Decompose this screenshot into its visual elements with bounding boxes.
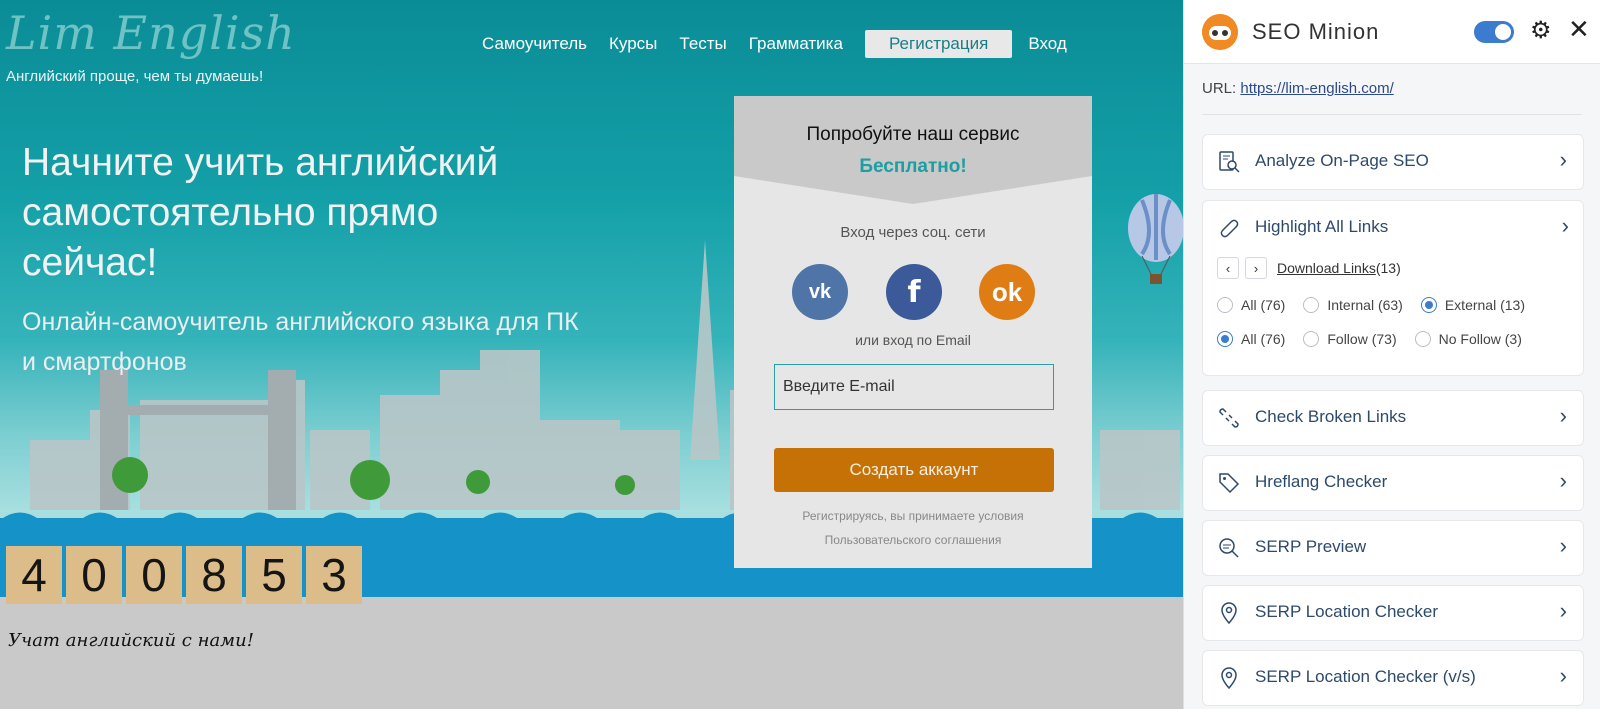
chevron-right-icon: › — [1559, 663, 1567, 688]
chevron-right-icon: › — [1559, 533, 1567, 558]
next-link-button[interactable]: › — [1245, 257, 1267, 279]
nofollow-radio[interactable]: No Follow (3) — [1414, 331, 1522, 347]
odnoklassniki-login-button[interactable]: ok — [979, 264, 1035, 320]
download-links[interactable]: Download Links(13) — [1277, 260, 1401, 276]
email-login-label: или вход по Email — [855, 332, 971, 348]
links-controls: ‹ › Download Links(13) — [1217, 257, 1401, 279]
social-login-label: Вход через соц. сети — [840, 224, 986, 241]
seo-minion-panel: SEO Minion ⚙ ✕ URL: https://lim-english.… — [1183, 0, 1600, 709]
main-nav: Самоучитель Курсы Тесты Грамматика Регис… — [482, 30, 1089, 58]
highlight-links-row[interactable]: Highlight All Links › — [1203, 201, 1585, 255]
filter-all-radio[interactable]: All (76) — [1217, 297, 1285, 313]
serp-preview-label: SERP Preview — [1255, 537, 1367, 556]
document-search-icon — [1219, 151, 1240, 173]
serp-location-vs-label: SERP Location Checker (v/s) — [1255, 667, 1476, 686]
ground-band — [0, 597, 1183, 709]
counter-digit: 4 — [6, 546, 62, 604]
form-header-arrow — [734, 176, 1092, 216]
gear-icon[interactable]: ⚙ — [1530, 16, 1552, 45]
nav-item-self-tutor[interactable]: Самоучитель — [482, 34, 587, 54]
close-icon[interactable]: ✕ — [1568, 14, 1590, 45]
nav-item-courses[interactable]: Курсы — [609, 34, 657, 54]
nav-item-tests[interactable]: Тесты — [679, 34, 726, 54]
location-pin-icon — [1221, 667, 1237, 690]
hero-title: Начните учить английский самостоятельно … — [22, 141, 499, 284]
vk-login-button[interactable]: vk — [792, 264, 848, 320]
radio-circle-selected[interactable] — [1420, 297, 1437, 313]
counter-digit: 0 — [126, 546, 182, 604]
url-label: URL: — [1202, 80, 1237, 97]
hreflang-label: Hreflang Checker — [1255, 472, 1388, 491]
chevron-right-icon: › — [1559, 403, 1567, 428]
check-broken-links-card[interactable]: Check Broken Links › — [1202, 390, 1584, 446]
radio-circle-selected[interactable] — [1217, 331, 1233, 347]
search-icon — [1219, 538, 1239, 558]
site-logo[interactable]: Lim English — [6, 6, 296, 60]
radio-circle[interactable] — [1414, 331, 1431, 347]
hero-subtitle: Онлайн-самоучитель английского языка для… — [22, 308, 579, 376]
filter-external-radio[interactable]: External (13) — [1420, 297, 1525, 313]
highlight-links-label: Highlight All Links — [1255, 217, 1389, 236]
prev-link-button[interactable]: ‹ — [1217, 257, 1239, 279]
follow-filter: All (76) Follow (73) No Follow (3) — [1217, 331, 1540, 347]
terms-line-1: Регистрируясь, вы принимаете условия — [802, 509, 1024, 523]
url-row: URL: https://lim-english.com/ — [1202, 80, 1394, 97]
chevron-right-icon: › — [1559, 598, 1567, 623]
chevron-right-icon: › — [1561, 213, 1569, 238]
divider — [1202, 114, 1582, 115]
hot-air-balloon-illustration — [1128, 194, 1183, 284]
radio-circle[interactable] — [1303, 297, 1320, 313]
analyze-on-page-seo-card[interactable]: Analyze On-Page SEO › — [1202, 134, 1584, 190]
nav-item-grammar[interactable]: Грамматика — [749, 34, 843, 54]
broken-link-icon — [1219, 408, 1239, 428]
register-button[interactable]: Регистрация — [864, 30, 1013, 58]
radio-circle[interactable] — [1303, 331, 1320, 347]
login-link[interactable]: Вход — [1028, 34, 1066, 54]
link-type-filter: All (76) Internal (63) External (13) — [1217, 297, 1543, 313]
create-account-button[interactable]: Создать аккаунт — [774, 448, 1054, 492]
url-link[interactable]: https://lim-english.com/ — [1240, 80, 1393, 97]
serp-location-label: SERP Location Checker — [1255, 602, 1439, 621]
email-input[interactable] — [774, 364, 1054, 410]
counter-digit: 5 — [246, 546, 302, 604]
follow-all-radio[interactable]: All (76) — [1217, 331, 1285, 347]
chevron-right-icon: › — [1559, 147, 1567, 172]
extension-toggle[interactable] — [1474, 21, 1514, 43]
site-tagline: Английский проще, чем ты думаешь! — [6, 68, 264, 85]
seo-minion-logo-icon — [1202, 14, 1238, 50]
tag-icon — [1219, 473, 1240, 494]
follow-radio[interactable]: Follow (73) — [1303, 331, 1397, 347]
panel-header: SEO Minion ⚙ ✕ — [1184, 0, 1600, 64]
panel-title: SEO Minion — [1252, 19, 1380, 44]
paperclip-icon — [1220, 219, 1239, 238]
signup-form: Попробуйте наш сервис Бесплатно! Вход че… — [734, 96, 1092, 568]
counter-digit: 8 — [186, 546, 242, 604]
counter-digit: 3 — [306, 546, 362, 604]
learner-counter: 4 0 0 8 5 3 — [6, 546, 362, 604]
counter-digit: 0 — [66, 546, 122, 604]
highlight-links-card: Highlight All Links › ‹ › Download Links… — [1202, 200, 1584, 376]
filter-internal-radio[interactable]: Internal (63) — [1303, 297, 1403, 313]
counter-caption: Учат английский с нами! — [8, 630, 254, 651]
analyze-label: Analyze On-Page SEO — [1255, 151, 1429, 170]
chevron-right-icon: › — [1559, 468, 1567, 493]
facebook-login-button[interactable]: f — [886, 264, 942, 320]
broken-links-label: Check Broken Links — [1255, 407, 1407, 426]
form-title: Попробуйте наш сервис — [806, 124, 1020, 145]
website-viewport: Lim English Английский проще, чем ты дум… — [0, 0, 1183, 709]
hreflang-checker-card[interactable]: Hreflang Checker › — [1202, 455, 1584, 511]
radio-circle[interactable] — [1217, 297, 1233, 313]
terms-link[interactable]: Пользовательского соглашения — [734, 528, 1092, 552]
serp-location-checker-vs-card[interactable]: SERP Location Checker (v/s) › — [1202, 650, 1584, 706]
serp-location-checker-card[interactable]: SERP Location Checker › — [1202, 585, 1584, 641]
location-pin-icon — [1221, 602, 1237, 625]
form-free-label: Бесплатно! — [859, 156, 967, 177]
terms-text: Регистрируясь, вы принимаете условия Пол… — [734, 504, 1092, 552]
serp-preview-card[interactable]: SERP Preview › — [1202, 520, 1584, 576]
